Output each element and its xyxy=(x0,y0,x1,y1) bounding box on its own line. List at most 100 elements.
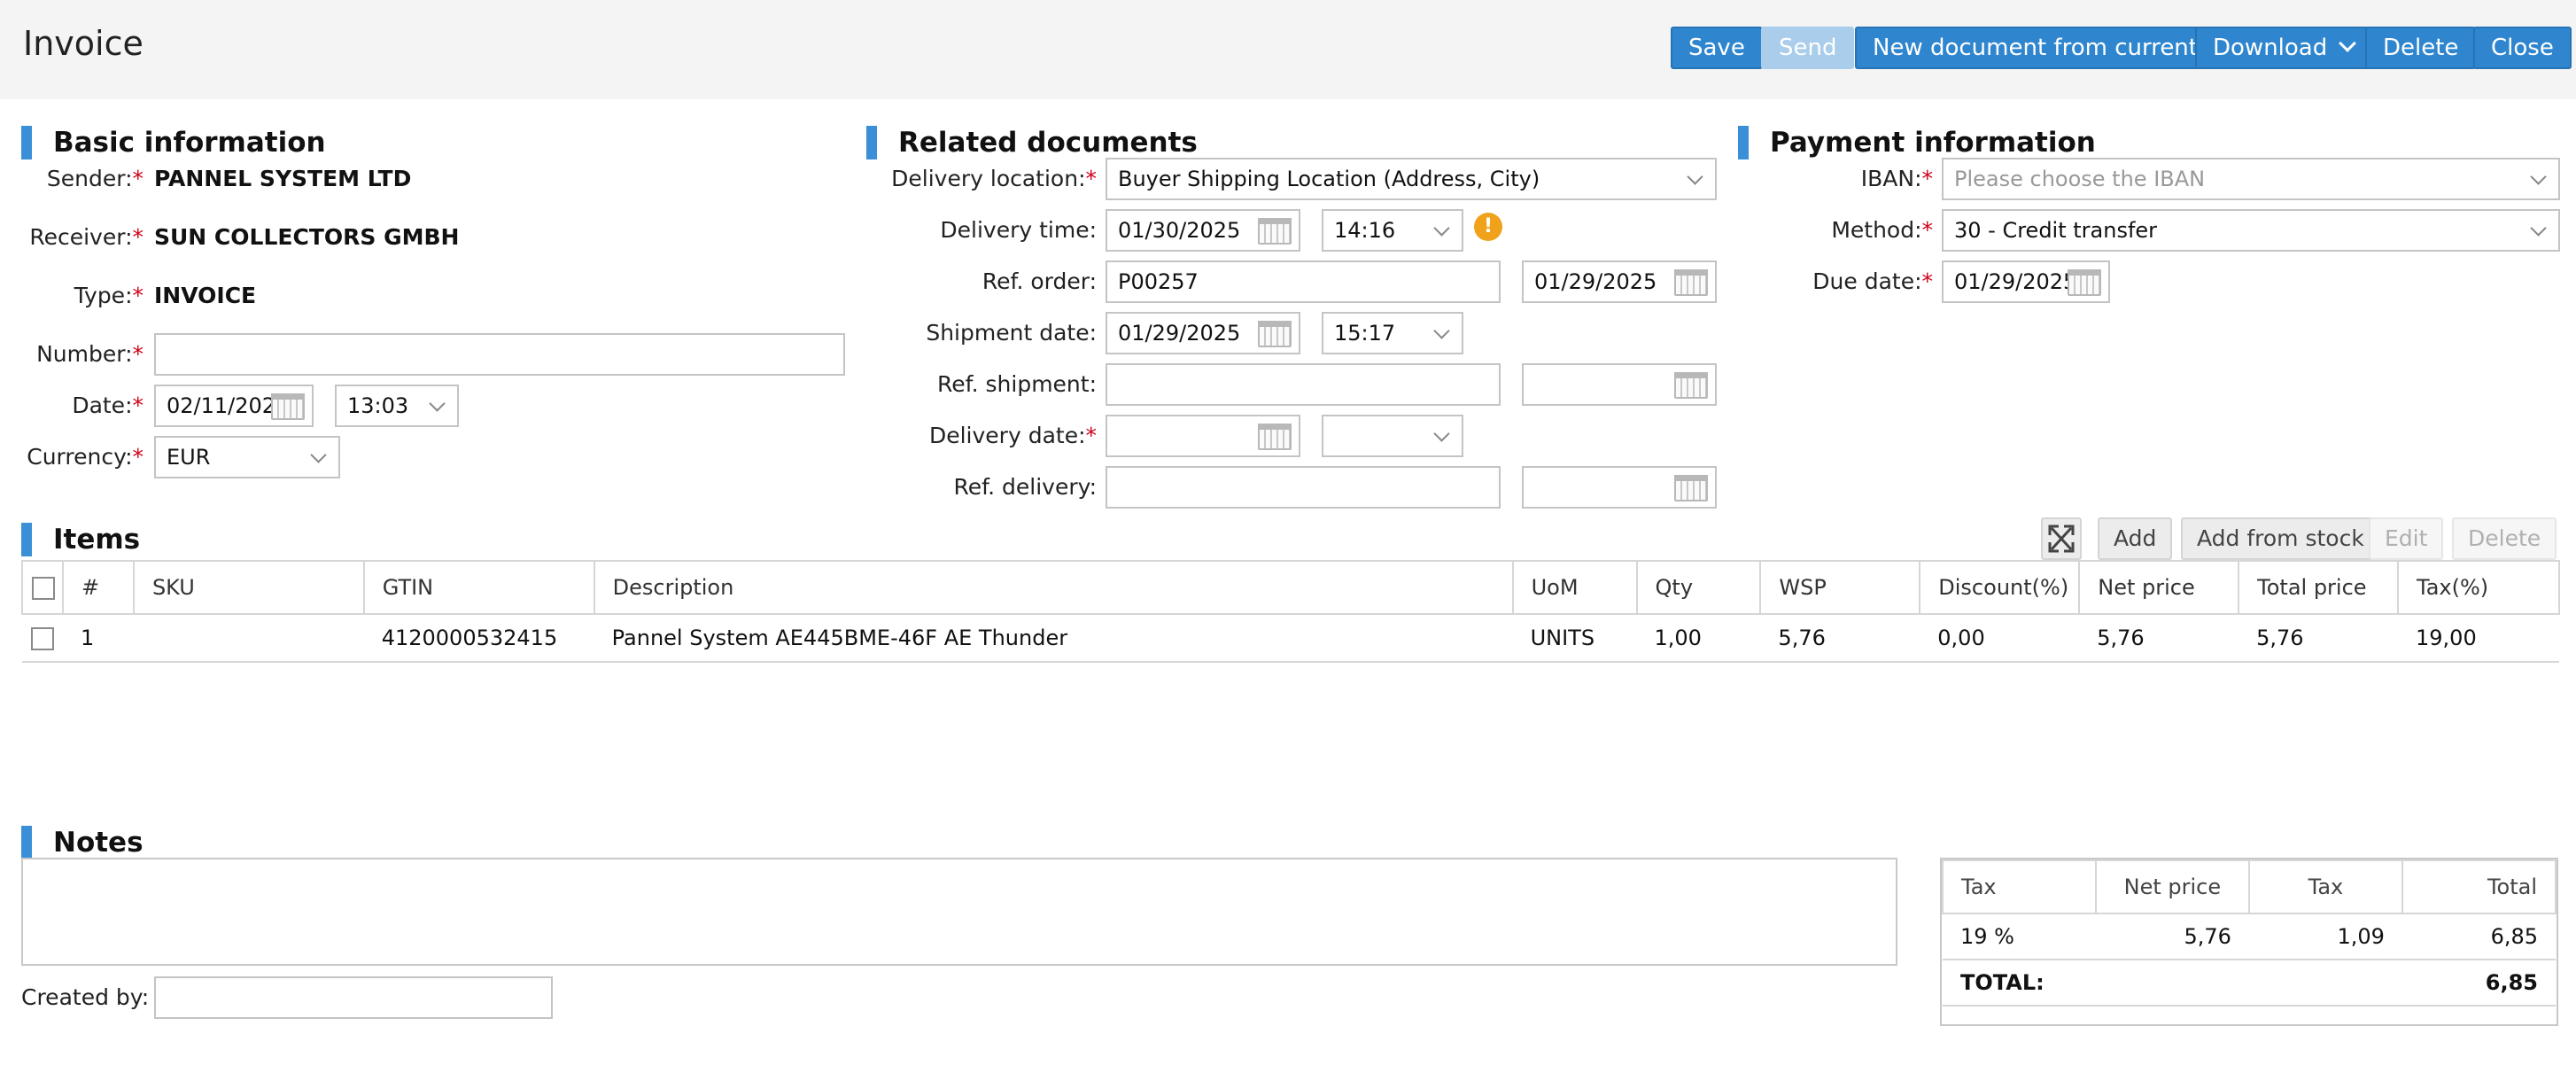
calendar-icon[interactable] xyxy=(1258,218,1292,245)
delivery-time-select[interactable] xyxy=(1322,415,1463,457)
currency-label: Currency:* xyxy=(27,444,144,470)
delete-document-button[interactable]: Delete xyxy=(2365,27,2477,69)
tax-rate: 19 % xyxy=(1943,913,2096,960)
number-field[interactable] xyxy=(154,333,845,376)
items-table: # SKU GTIN Description UoM Qty WSP Disco… xyxy=(21,560,2560,663)
tax-total: 6,85 xyxy=(2401,913,2556,960)
column-header[interactable]: UoM xyxy=(1511,560,1638,615)
shipment-time-select[interactable]: 15:17 xyxy=(1322,312,1463,354)
cell-description: Pannel System AE445BME-46F AE Thunder xyxy=(594,614,1513,663)
total-value: 6,85 xyxy=(2401,960,2556,1007)
add-from-stock-button[interactable]: Add from stock xyxy=(2181,517,2380,560)
payment-info-title: Payment information xyxy=(1738,126,2096,159)
column-header[interactable]: Discount(%) xyxy=(1919,560,2081,615)
tax-amount: 1,09 xyxy=(2248,913,2402,960)
column-header[interactable]: Net price xyxy=(2078,560,2240,615)
basic-info-title: Basic information xyxy=(21,126,326,159)
save-button[interactable]: Save xyxy=(1671,27,1763,69)
cell-gtin: 4120000532415 xyxy=(363,614,594,663)
ref-order-field[interactable]: P00257 xyxy=(1106,260,1501,303)
send-button[interactable]: Send xyxy=(1761,27,1855,69)
warning-icon[interactable]: ! xyxy=(1474,213,1502,241)
chevron-down-icon xyxy=(310,447,327,463)
shipment-date-field[interactable]: 01/29/2025 xyxy=(1106,312,1300,354)
delivery-time-time-value: 14:16 xyxy=(1334,218,1396,243)
total-label: TOTAL: xyxy=(1943,960,2402,1007)
tax-row: 19 % 5,76 1,09 6,85 xyxy=(1943,913,2556,960)
column-header[interactable]: Qty xyxy=(1635,560,1762,615)
tax-summary-table: Tax Net price Tax Total 19 % 5,76 1,09 6… xyxy=(1942,859,2557,1007)
ref-shipment-field[interactable] xyxy=(1106,363,1501,406)
calendar-icon[interactable] xyxy=(271,393,305,420)
calendar-icon[interactable] xyxy=(1674,475,1708,501)
created-by-field[interactable] xyxy=(154,976,553,1019)
column-header[interactable]: # xyxy=(61,560,135,615)
iban-label: IBAN:* xyxy=(1860,166,1933,191)
type-value: INVOICE xyxy=(154,283,257,308)
calendar-icon[interactable] xyxy=(1258,424,1292,450)
shipment-date-label: Shipment date: xyxy=(926,320,1097,346)
delete-item-button[interactable]: Delete xyxy=(2452,517,2557,560)
cell-num: 1 xyxy=(62,614,134,663)
ref-shipment-label: Ref. shipment: xyxy=(937,371,1097,397)
column-header[interactable]: Description xyxy=(593,560,1514,615)
column-header[interactable]: WSP xyxy=(1759,560,1921,615)
row-select-cell[interactable] xyxy=(22,614,63,663)
tax-summary: Tax Net price Tax Total 19 % 5,76 1,09 6… xyxy=(1940,858,2558,1026)
notes-textarea[interactable] xyxy=(21,858,1897,966)
due-date-field[interactable]: 01/29/2025 xyxy=(1942,260,2110,303)
select-all-checkbox[interactable] xyxy=(32,577,55,600)
date-field[interactable]: 02/11/2025 xyxy=(154,385,314,427)
ref-delivery-date-field[interactable] xyxy=(1522,466,1717,509)
cell-uom: UNITS xyxy=(1512,614,1637,663)
chevron-down-icon xyxy=(2339,35,2357,52)
calendar-icon[interactable] xyxy=(1674,372,1708,399)
type-label: Type:* xyxy=(74,283,144,308)
iban-placeholder: Please choose the IBAN xyxy=(1954,167,2206,191)
time-select[interactable]: 13:03 xyxy=(335,385,459,427)
chevron-down-icon xyxy=(1433,425,1450,442)
tax-header-row: Tax Net price Tax Total xyxy=(1942,859,2557,914)
column-header[interactable]: Total price xyxy=(2238,560,2400,615)
delivery-time-date-value: 01/30/2025 xyxy=(1118,218,1241,243)
expand-icon[interactable] xyxy=(2041,517,2082,560)
new-document-button[interactable]: New document from current xyxy=(1855,27,2242,69)
close-button[interactable]: Close xyxy=(2473,27,2572,69)
column-header[interactable]: SKU xyxy=(132,560,365,615)
iban-select[interactable]: Please choose the IBAN xyxy=(1942,158,2560,200)
ref-order-date-field[interactable]: 01/29/2025 xyxy=(1522,260,1717,303)
ref-order-label: Ref. order: xyxy=(982,268,1097,294)
column-header[interactable]: Tax(%) xyxy=(2397,560,2560,615)
edit-item-button[interactable]: Edit xyxy=(2369,517,2444,560)
related-documents-title: Related documents xyxy=(866,126,1198,159)
add-item-button[interactable]: Add xyxy=(2098,517,2173,560)
items-title: Items xyxy=(21,523,140,556)
calendar-icon[interactable] xyxy=(1258,321,1292,347)
table-row[interactable]: 1 4120000532415 Pannel System AE445BME-4… xyxy=(22,614,2559,663)
delivery-location-value: Buyer Shipping Location (Address, City) xyxy=(1118,167,1540,191)
tax-column-header: Net price xyxy=(2094,859,2250,914)
shipment-date-value: 01/29/2025 xyxy=(1118,321,1241,346)
row-checkbox[interactable] xyxy=(31,627,54,650)
delivery-time-date-field[interactable]: 01/30/2025 xyxy=(1106,209,1300,252)
date-label: Date:* xyxy=(72,393,144,418)
ref-shipment-date-field[interactable] xyxy=(1522,363,1717,406)
delivery-location-select[interactable]: Buyer Shipping Location (Address, City) xyxy=(1106,158,1717,200)
download-button[interactable]: Download xyxy=(2195,27,2372,69)
ref-delivery-field[interactable] xyxy=(1106,466,1501,509)
column-header[interactable]: GTIN xyxy=(362,560,595,615)
tax-column-header: Tax xyxy=(1942,859,2097,914)
calendar-icon[interactable] xyxy=(1674,269,1708,296)
chevron-down-icon xyxy=(1433,220,1450,237)
cell-qty: 1,00 xyxy=(1636,614,1761,663)
due-date-value: 01/29/2025 xyxy=(1954,269,2077,294)
method-select[interactable]: 30 - Credit transfer xyxy=(1942,209,2560,252)
delivery-time-time-select[interactable]: 14:16 xyxy=(1322,209,1463,252)
chevron-down-icon xyxy=(1687,168,1703,185)
calendar-icon[interactable] xyxy=(2068,269,2101,296)
cell-tax: 19,00 xyxy=(2398,614,2559,663)
page-title: Invoice xyxy=(23,24,144,63)
select-all-cell[interactable] xyxy=(21,560,64,615)
currency-select[interactable]: EUR xyxy=(154,436,340,478)
delivery-date-field[interactable] xyxy=(1106,415,1300,457)
